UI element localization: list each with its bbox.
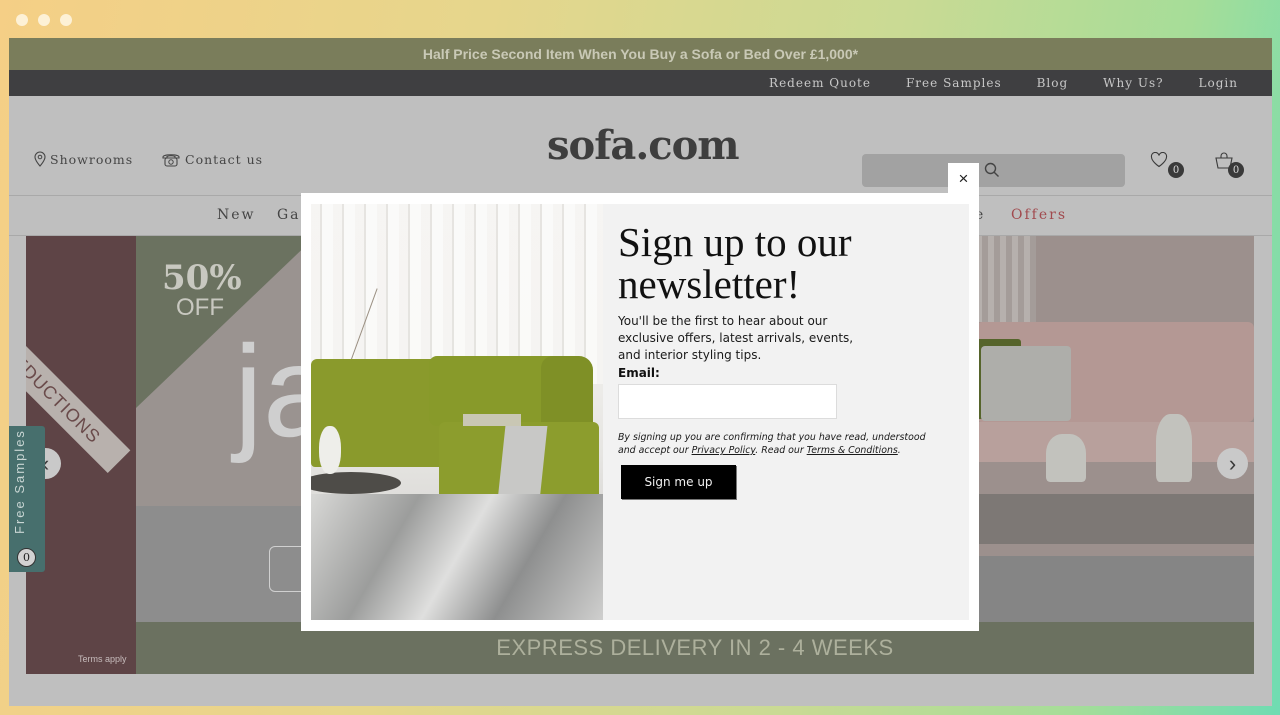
pink-sofa-seat bbox=[976, 422, 1254, 462]
carousel-next-button[interactable]: › bbox=[1217, 448, 1248, 479]
promo-bar[interactable]: Half Price Second Item When You Buy a So… bbox=[9, 38, 1272, 70]
discount-label: OFF bbox=[176, 294, 224, 321]
radiator-decor bbox=[976, 236, 1036, 322]
contact-label: Contact us bbox=[185, 151, 264, 167]
search-icon[interactable] bbox=[984, 162, 1000, 178]
sign-up-button[interactable]: Sign me up bbox=[621, 465, 736, 499]
email-label: Email: bbox=[618, 366, 660, 380]
nav-item-offers[interactable]: Offers bbox=[1011, 207, 1067, 223]
white-vase bbox=[319, 426, 341, 474]
utility-link-login[interactable]: Login bbox=[1199, 76, 1238, 90]
utility-nav: Redeem Quote Free Samples Blog Why Us? L… bbox=[9, 70, 1272, 96]
newsletter-modal: Sign up to our newsletter! You'll be the… bbox=[301, 193, 979, 631]
wishlist-count-badge: 0 bbox=[1168, 162, 1184, 178]
utility-link-blog[interactable]: Blog bbox=[1037, 76, 1069, 90]
showrooms-label: Showrooms bbox=[50, 151, 134, 167]
maximize-window-button[interactable] bbox=[60, 14, 72, 26]
search-bar[interactable] bbox=[862, 154, 1125, 187]
modal-close-button[interactable]: × bbox=[948, 163, 979, 194]
consent-middle: . Read our bbox=[755, 445, 807, 456]
grey-cushion bbox=[981, 346, 1071, 421]
wishlist-button[interactable]: 0 bbox=[1150, 151, 1184, 178]
express-delivery-text: EXPRESS DELIVERY IN 2 - 4 WEEKS bbox=[496, 635, 894, 660]
green-sofa-image bbox=[311, 204, 603, 620]
terms-apply-text: Terms apply bbox=[78, 654, 127, 664]
utility-link-redeem-quote[interactable]: Redeem Quote bbox=[769, 76, 871, 90]
free-samples-count: 0 bbox=[17, 548, 36, 567]
modal-title: Sign up to our newsletter! bbox=[618, 219, 852, 307]
nav-item-partial-ga[interactable]: Ga bbox=[277, 207, 301, 223]
grey-rug bbox=[976, 556, 1254, 622]
promo-text: Half Price Second Item When You Buy a So… bbox=[422, 46, 859, 62]
white-vase-decor bbox=[1156, 414, 1192, 482]
minimize-window-button[interactable] bbox=[38, 14, 50, 26]
privacy-policy-link[interactable]: Privacy Policy bbox=[692, 445, 756, 456]
consent-suffix: . bbox=[897, 445, 901, 456]
email-input[interactable] bbox=[618, 384, 837, 419]
site-logo[interactable]: sofa.com bbox=[547, 122, 740, 169]
close-icon: × bbox=[958, 168, 969, 188]
contact-link[interactable]: Contact us bbox=[161, 151, 263, 167]
discount-value: 50% bbox=[162, 258, 242, 298]
chevron-right-icon: › bbox=[1228, 450, 1237, 476]
marble-rug bbox=[311, 494, 603, 620]
book-stack bbox=[463, 414, 521, 426]
utility-link-why-us[interactable]: Why Us? bbox=[1103, 76, 1163, 90]
side-table bbox=[311, 472, 401, 494]
free-samples-label: Free Samples bbox=[12, 429, 27, 534]
consent-text: By signing up you are confirming that yo… bbox=[618, 431, 938, 457]
free-samples-tab[interactable]: Free Samples 0 bbox=[9, 426, 45, 572]
window-controls bbox=[16, 14, 72, 26]
basket-button[interactable]: 0 bbox=[1214, 152, 1244, 178]
white-jug-decor bbox=[1046, 434, 1086, 482]
coffee-table bbox=[976, 494, 1254, 544]
utility-link-free-samples[interactable]: Free Samples bbox=[906, 76, 1002, 90]
showrooms-link[interactable]: Showrooms bbox=[34, 151, 133, 167]
site-header: Showrooms Contact us sofa.com 0 0 bbox=[9, 96, 1272, 196]
heart-icon bbox=[1150, 151, 1168, 168]
modal-description: You'll be the first to hear about our ex… bbox=[618, 314, 854, 362]
terms-conditions-link[interactable]: Terms & Conditions bbox=[807, 445, 898, 456]
phone-icon bbox=[162, 154, 180, 167]
basket-count-badge: 0 bbox=[1228, 162, 1244, 178]
map-pin-icon bbox=[34, 151, 46, 167]
nav-item-new[interactable]: New bbox=[217, 207, 256, 223]
close-window-button[interactable] bbox=[16, 14, 28, 26]
